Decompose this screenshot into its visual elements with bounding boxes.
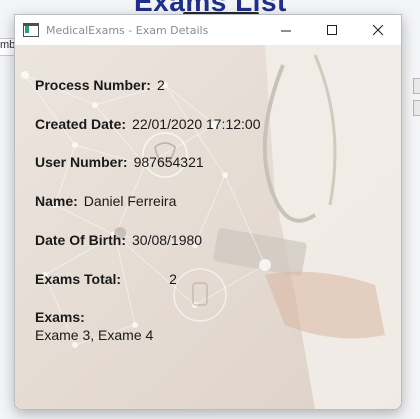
exams-total-row: Exams Total: 2 <box>35 271 177 287</box>
date-of-birth-value: 30/08/1980 <box>132 232 203 248</box>
window-titlebar[interactable]: MedicalExams - Exam Details <box>15 15 401 45</box>
process-number-value: 2 <box>156 77 165 93</box>
app-window-icon <box>23 23 39 37</box>
close-icon <box>372 24 383 35</box>
exam-details-panel: Process Number: 2 Created Date: 22/01/2020… <box>15 45 401 409</box>
minimize-button[interactable] <box>263 15 309 45</box>
user-number-value: 987654321 <box>133 154 204 170</box>
name-value: Daniel Ferreira <box>83 193 177 209</box>
close-button[interactable] <box>355 15 401 45</box>
created-date-value: 22/01/2020 17:12:00 <box>132 116 261 132</box>
exams-total-label: Exams Total: <box>35 271 122 287</box>
maximize-button[interactable] <box>309 15 355 45</box>
date-of-birth-label: Date Of Birth: <box>35 232 126 248</box>
exams-label: Exams: <box>35 309 85 325</box>
exams-total-value: 2 <box>169 271 177 287</box>
created-date-label: Created Date: <box>35 116 127 132</box>
exam-details-window: MedicalExams - Exam Details Process Numb… <box>14 14 402 410</box>
process-number-label: Process Number: <box>35 77 151 93</box>
background-left-control[interactable]: mb <box>0 38 15 56</box>
medical-background-image <box>15 45 401 409</box>
exams-value-row: Exame 3, Exame 4 <box>35 327 153 343</box>
created-date-row: Created Date: 22/01/2020 17:12:00 <box>35 116 261 132</box>
user-number-label: User Number: <box>35 154 128 170</box>
process-number-row: Process Number: 2 <box>35 77 165 93</box>
date-of-birth-row: Date Of Birth: 30/08/1980 <box>35 232 202 248</box>
background-right-button[interactable] <box>413 78 420 94</box>
window-controls <box>263 15 401 45</box>
exams-value: Exame 3, Exame 4 <box>35 327 154 343</box>
name-label: Name: <box>35 193 78 209</box>
window-title: MedicalExams - Exam Details <box>46 23 209 37</box>
name-row: Name: Daniel Ferreira <box>35 193 176 209</box>
user-number-row: User Number: 987654321 <box>35 154 204 170</box>
exams-label-row: Exams: <box>35 309 85 325</box>
background-right-button[interactable] <box>413 100 420 116</box>
minimize-icon <box>280 30 291 31</box>
maximize-icon <box>326 24 337 35</box>
